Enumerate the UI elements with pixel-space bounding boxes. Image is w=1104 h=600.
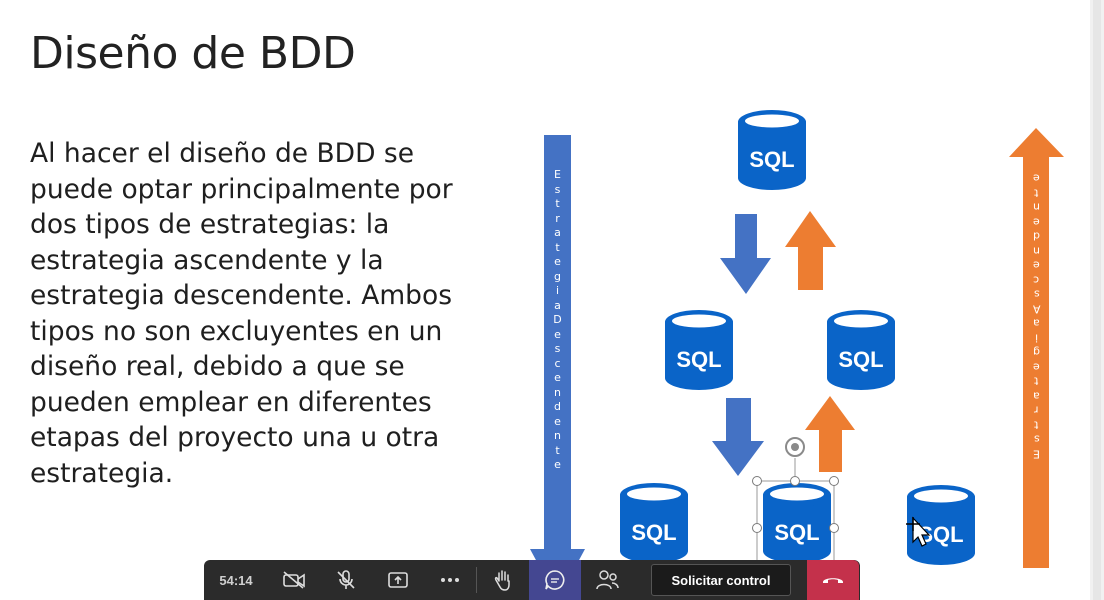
hangup-button[interactable] [807, 560, 859, 600]
vertical-label-char: e [554, 255, 561, 268]
vertical-label-char: t [555, 443, 560, 457]
chat-button[interactable] [529, 560, 581, 600]
chat-icon [545, 570, 565, 590]
vertical-label-char: r [1034, 403, 1039, 417]
vertical-label-char: s [554, 182, 561, 196]
vertical-label-char: r [555, 211, 560, 225]
db-label: SQL [838, 347, 883, 372]
vertical-label-char: s [1033, 432, 1040, 446]
vertical-label-char: n [554, 429, 561, 442]
vertical-label-char: c [1033, 273, 1040, 286]
vertical-label-char: a [554, 298, 561, 312]
vertical-label-char: e [1033, 258, 1040, 272]
raise-hand-button[interactable] [477, 560, 529, 600]
people-icon [596, 570, 619, 590]
vertical-label-char: i [1034, 331, 1039, 344]
vertical-label-char: e [1033, 360, 1040, 373]
vertical-label-char: t [555, 240, 560, 254]
vertical-label-char: n [554, 385, 561, 399]
vertical-label-char: D [553, 313, 562, 326]
vertical-label-char: e [1033, 171, 1040, 185]
vertical-label-char: E [1033, 447, 1040, 460]
vertical-label-char: e [554, 371, 561, 384]
more-icon [441, 578, 459, 582]
vertical-label-char: n [1033, 200, 1040, 214]
meeting-toolbar: 54:14 Solicitar control [204, 560, 860, 600]
vertical-label-char: g [1033, 345, 1040, 359]
down-arrow-small-2 [712, 398, 764, 476]
vertical-label-char: g [554, 269, 561, 283]
people-button[interactable] [581, 560, 633, 600]
phone-hangup-icon [823, 578, 843, 583]
camera-off-button[interactable] [268, 560, 320, 600]
share-button[interactable] [372, 560, 424, 600]
vertical-label-char: c [554, 356, 561, 370]
raise-hand-icon [494, 570, 510, 591]
up-arrow-small-1 [785, 211, 836, 290]
db-label: SQL [631, 520, 676, 545]
vertical-label-char: n [1033, 244, 1040, 257]
vertical-label-char: e [554, 414, 561, 428]
call-timer: 54:14 [219, 572, 253, 588]
vertical-label-char: a [1033, 389, 1040, 402]
vertical-label-char: A [1032, 302, 1041, 315]
vertical-label-char: s [554, 342, 561, 355]
vertical-label-char: t [1034, 418, 1039, 431]
vertical-label-char: e [1033, 215, 1040, 228]
vertical-label-char: d [554, 400, 561, 413]
request-control-button[interactable]: Solicitar control [651, 564, 791, 596]
db-label: SQL [774, 520, 819, 545]
mic-off-icon [337, 570, 355, 589]
vertical-label-char: s [1033, 287, 1040, 301]
vertical-label-char: t [1034, 374, 1039, 388]
rotate-handle-icon[interactable] [785, 437, 805, 457]
vertical-label-char: E [554, 168, 561, 181]
ascending-strategy-label: etnednecsAaigetartsE [1029, 170, 1044, 461]
down-arrow-small-1 [720, 214, 771, 294]
db-label: SQL [749, 147, 794, 172]
vertical-label-char: t [555, 197, 560, 210]
up-arrow-small-2 [805, 396, 855, 472]
share-icon [388, 572, 408, 588]
more-button[interactable] [424, 560, 476, 600]
vertical-label-char: e [554, 327, 561, 341]
vertical-label-char: t [1034, 186, 1039, 199]
vertical-label-char: d [1033, 229, 1040, 243]
vertical-label-char: e [554, 458, 561, 471]
camera-off-icon [283, 571, 305, 589]
vertical-label-char: i [555, 284, 560, 297]
vertical-label-char: a [554, 226, 561, 239]
descending-strategy-label: EstrategiaDescendente [550, 168, 565, 473]
db-label: SQL [676, 347, 721, 372]
vertical-label-char: a [1033, 316, 1040, 330]
mic-off-button[interactable] [320, 560, 372, 600]
